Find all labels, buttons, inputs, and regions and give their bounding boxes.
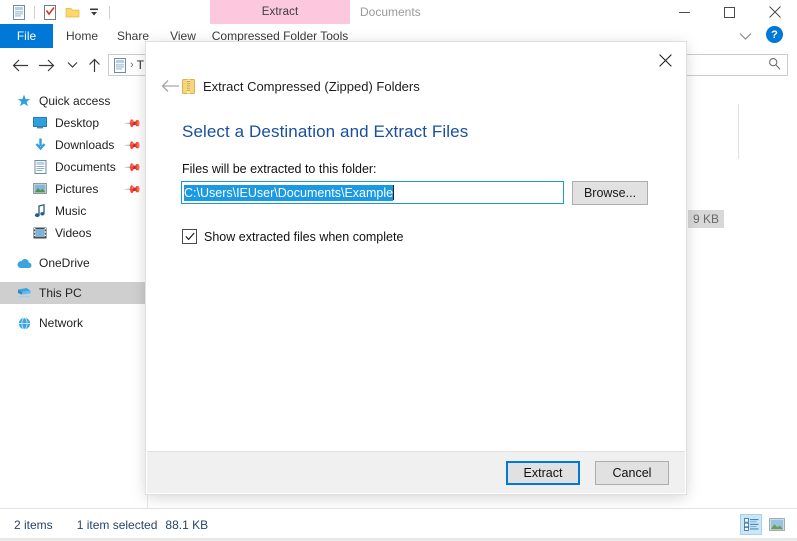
sidebar-item-desktop[interactable]: Desktop 📌 (0, 112, 146, 134)
dialog-footer: Extract Cancel (147, 451, 685, 493)
pin-icon[interactable]: 📌 (124, 180, 143, 199)
back-button[interactable] (8, 53, 32, 77)
sidebar-item-documents[interactable]: Documents 📌 (0, 156, 146, 178)
sidebar-item-videos[interactable]: Videos (0, 222, 146, 244)
view-mode-buttons (740, 514, 787, 535)
sidebar-item-label: OneDrive (39, 256, 90, 270)
maximize-button[interactable] (707, 0, 752, 24)
show-extracted-files-checkbox[interactable] (182, 229, 197, 244)
music-icon (32, 203, 48, 219)
dialog-back-icon[interactable] (156, 72, 184, 100)
help-icon[interactable]: ? (766, 26, 783, 43)
extract-wizard-dialog: Extract Compressed (Zipped) Folders Sele… (146, 42, 686, 494)
new-folder-icon[interactable] (39, 2, 61, 22)
qat-separator-1 (34, 5, 35, 19)
sidebar-item-pictures[interactable]: Pictures 📌 (0, 178, 146, 200)
extract-button[interactable]: Extract (506, 461, 580, 485)
status-item-count: 2 items (14, 517, 53, 532)
documents-icon (32, 159, 48, 175)
screen: Extract Documents File Home Share View C… (0, 0, 797, 541)
downloads-icon (32, 137, 48, 153)
window-title: Documents (360, 5, 421, 19)
desktop-icon (32, 115, 48, 131)
dialog-title-row: Extract Compressed (Zipped) Folders (182, 72, 420, 100)
dialog-heading: Select a Destination and Extract Files (182, 122, 469, 141)
browse-button[interactable]: Browse... (572, 181, 648, 205)
network-icon (16, 315, 32, 331)
chevron-down-icon[interactable] (735, 26, 755, 46)
status-selection: 1 item selected (76, 517, 158, 532)
sidebar-item-label: Network (39, 316, 84, 330)
onedrive-cloud-icon (16, 255, 32, 271)
destination-path-input[interactable]: C:\Users\IEUser\Documents\Example (181, 181, 564, 204)
close-button[interactable] (752, 0, 797, 24)
properties-icon[interactable] (8, 2, 30, 22)
cancel-button[interactable]: Cancel (595, 461, 669, 485)
sidebar-item-music[interactable]: Music (0, 200, 146, 222)
tab-file[interactable]: File (0, 24, 53, 48)
pin-icon[interactable]: 📌 (124, 136, 143, 155)
sidebar-item-quick-access[interactable]: Quick access (0, 90, 146, 112)
zip-folder-icon (182, 78, 195, 94)
status-text-group: 2 items 1 item selected 88.1 KB (14, 509, 208, 540)
show-extracted-files-label: Show extracted files when complete (204, 229, 404, 244)
file-size-cell: 9 KB (688, 210, 725, 228)
navpane-top-gap (0, 82, 146, 90)
sidebar-item-this-pc[interactable]: This PC (0, 282, 146, 304)
large-icons-view-icon[interactable] (767, 515, 787, 534)
details-view-icon[interactable] (740, 514, 762, 535)
folder-icon[interactable] (61, 2, 83, 22)
pin-icon[interactable]: 📌 (124, 158, 143, 177)
sidebar-item-network[interactable]: Network (0, 312, 146, 334)
sidebar-item-label: Quick access (39, 94, 111, 108)
dialog-title: Extract Compressed (Zipped) Folders (203, 78, 420, 94)
destination-path-value: C:\Users\IEUser\Documents\Example (184, 184, 394, 201)
sidebar-item-label: Videos (55, 226, 92, 240)
this-pc-icon (16, 285, 32, 301)
status-selection-size: 88.1 KB (165, 517, 209, 532)
tab-home[interactable]: Home (60, 24, 104, 48)
videos-icon (32, 225, 48, 241)
forward-button[interactable] (34, 53, 58, 77)
recent-locations-icon[interactable] (60, 53, 84, 77)
dialog-close-icon[interactable] (648, 46, 682, 74)
pin-icon[interactable]: 📌 (124, 114, 143, 133)
navpane-gap-1 (0, 244, 146, 252)
customize-qat-icon[interactable] (83, 2, 105, 22)
search-icon[interactable] (768, 57, 781, 73)
up-button[interactable] (82, 53, 106, 77)
breadcrumb-documents-icon[interactable] (113, 57, 127, 73)
sidebar-item-label: Pictures (55, 182, 99, 196)
minimize-button[interactable] (662, 0, 707, 24)
window-controls (662, 0, 797, 24)
sidebar-item-label: Downloads (55, 138, 115, 152)
sidebar-item-onedrive[interactable]: OneDrive (0, 252, 146, 274)
sidebar-item-label: This PC (39, 286, 82, 300)
destination-field-label: Files will be extracted to this folder: (182, 162, 377, 176)
text-caret (393, 185, 395, 200)
show-extracted-files-checkbox-row[interactable]: Show extracted files when complete (182, 229, 403, 244)
sidebar-item-label: Music (55, 204, 87, 218)
navpane-gap-2 (0, 274, 146, 282)
breadcrumb-segment[interactable]: T (137, 58, 144, 72)
qat-separator-2 (109, 5, 110, 19)
sidebar-item-label: Documents (55, 160, 116, 174)
navpane-gap-3 (0, 304, 146, 312)
pictures-icon (32, 181, 48, 197)
column-splitter[interactable] (738, 104, 739, 159)
sidebar-item-downloads[interactable]: Downloads 📌 (0, 134, 146, 156)
breadcrumb-separator: › (130, 59, 134, 71)
contextual-tab-header: Extract (210, 0, 350, 24)
quick-access-toolbar (8, 2, 114, 22)
sidebar-item-label: Desktop (55, 116, 100, 130)
status-bar: 2 items 1 item selected 88.1 KB (0, 508, 797, 541)
title-bar: Extract Documents (0, 0, 797, 24)
navigation-pane: Quick access Desktop 📌 Downloads 📌 Docum… (0, 82, 146, 509)
star-icon (16, 93, 32, 109)
